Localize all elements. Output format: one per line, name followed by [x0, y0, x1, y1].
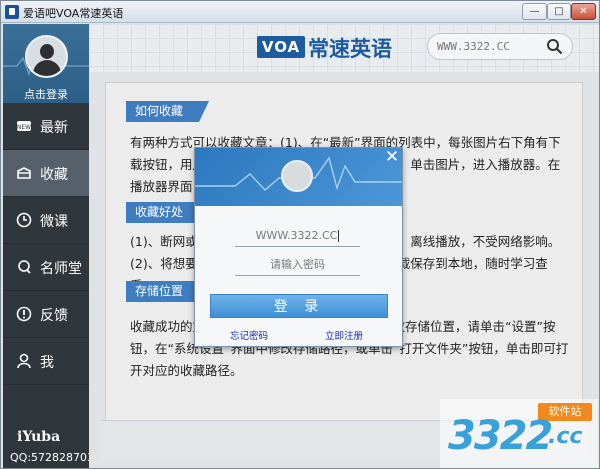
section-heading: 如何收藏: [126, 101, 210, 122]
brand-logo: iYuba: [17, 429, 61, 445]
login-link[interactable]: 点击登录: [3, 86, 89, 102]
search-input[interactable]: WWW.3322.CC: [437, 40, 510, 53]
me-icon: [17, 353, 31, 369]
watermark-suffix: .cc: [548, 424, 583, 449]
teacher-icon: [18, 260, 31, 274]
sidebar-item-feedback[interactable]: 反馈: [3, 291, 89, 338]
svg-text:NEW: NEW: [17, 124, 31, 131]
new-icon: NEW: [17, 121, 31, 131]
username-field[interactable]: WWW.3322.CC: [235, 225, 360, 247]
sidebar-item-label: 收藏: [40, 167, 68, 183]
forgot-password-link[interactable]: 忘记密码: [230, 328, 268, 342]
watermark-number: 3322: [448, 413, 553, 459]
voa-logo-mark: VOA: [257, 36, 305, 58]
sidebar: 点击登录 NEW 最新 收藏 微课 名师堂 反馈 我 iYuba QQ:5728…: [3, 24, 94, 468]
search-box[interactable]: WWW.3322.CC: [427, 33, 573, 60]
sidebar-item-microcourse[interactable]: 微课: [3, 197, 89, 244]
watermark-logo: 软件站 3322 .cc: [440, 399, 598, 468]
sidebar-item-teacher[interactable]: 名师堂: [3, 244, 89, 291]
feedback-icon: [16, 306, 32, 322]
close-button[interactable]: ✕: [571, 3, 596, 20]
sidebar-item-latest[interactable]: NEW 最新: [3, 103, 89, 150]
sidebar-item-label: 名师堂: [40, 261, 82, 277]
sidebar-item-label: 我: [40, 355, 54, 371]
profile-area[interactable]: 点击登录: [3, 24, 89, 103]
header-bar: VOA 常速英语 WWW.3322.CC: [89, 24, 599, 72]
sidebar-item-me[interactable]: 我: [3, 338, 89, 385]
sidebar-item-label: 反馈: [40, 308, 68, 324]
favorites-icon: [17, 167, 31, 179]
microcourse-icon: [16, 212, 32, 228]
dialog-header: ✕: [195, 148, 402, 206]
avatar[interactable]: [25, 35, 68, 78]
qq-number: QQ:572828703: [10, 451, 95, 464]
title-bar[interactable]: 爱语吧VOA常速英语 — □ ✕: [1, 1, 599, 23]
sidebar-item-label: 微课: [40, 214, 68, 230]
sidebar-item-favorites[interactable]: 收藏: [3, 150, 89, 197]
app-icon: [5, 5, 19, 19]
window-title: 爱语吧VOA常速英语: [23, 7, 124, 20]
search-icon[interactable]: [546, 38, 563, 55]
dialog-close-icon[interactable]: ✕: [384, 149, 400, 166]
register-link[interactable]: 立即注册: [325, 328, 363, 342]
password-field[interactable]: 请输入密码: [235, 254, 360, 276]
dialog-avatar: [281, 160, 313, 192]
app-window: 爱语吧VOA常速英语 — □ ✕ 点击登录 NEW 最新 收藏 微课 名师堂 反…: [0, 0, 600, 469]
maximize-button[interactable]: □: [547, 3, 571, 20]
minimize-button[interactable]: —: [522, 3, 547, 20]
app-logo-text: 常速英语: [308, 37, 392, 61]
login-button[interactable]: 登 录: [210, 294, 388, 318]
login-dialog: ✕ WWW.3322.CC 请输入密码 登 录 忘记密码 立即注册: [194, 147, 403, 347]
sidebar-item-label: 最新: [40, 120, 68, 136]
